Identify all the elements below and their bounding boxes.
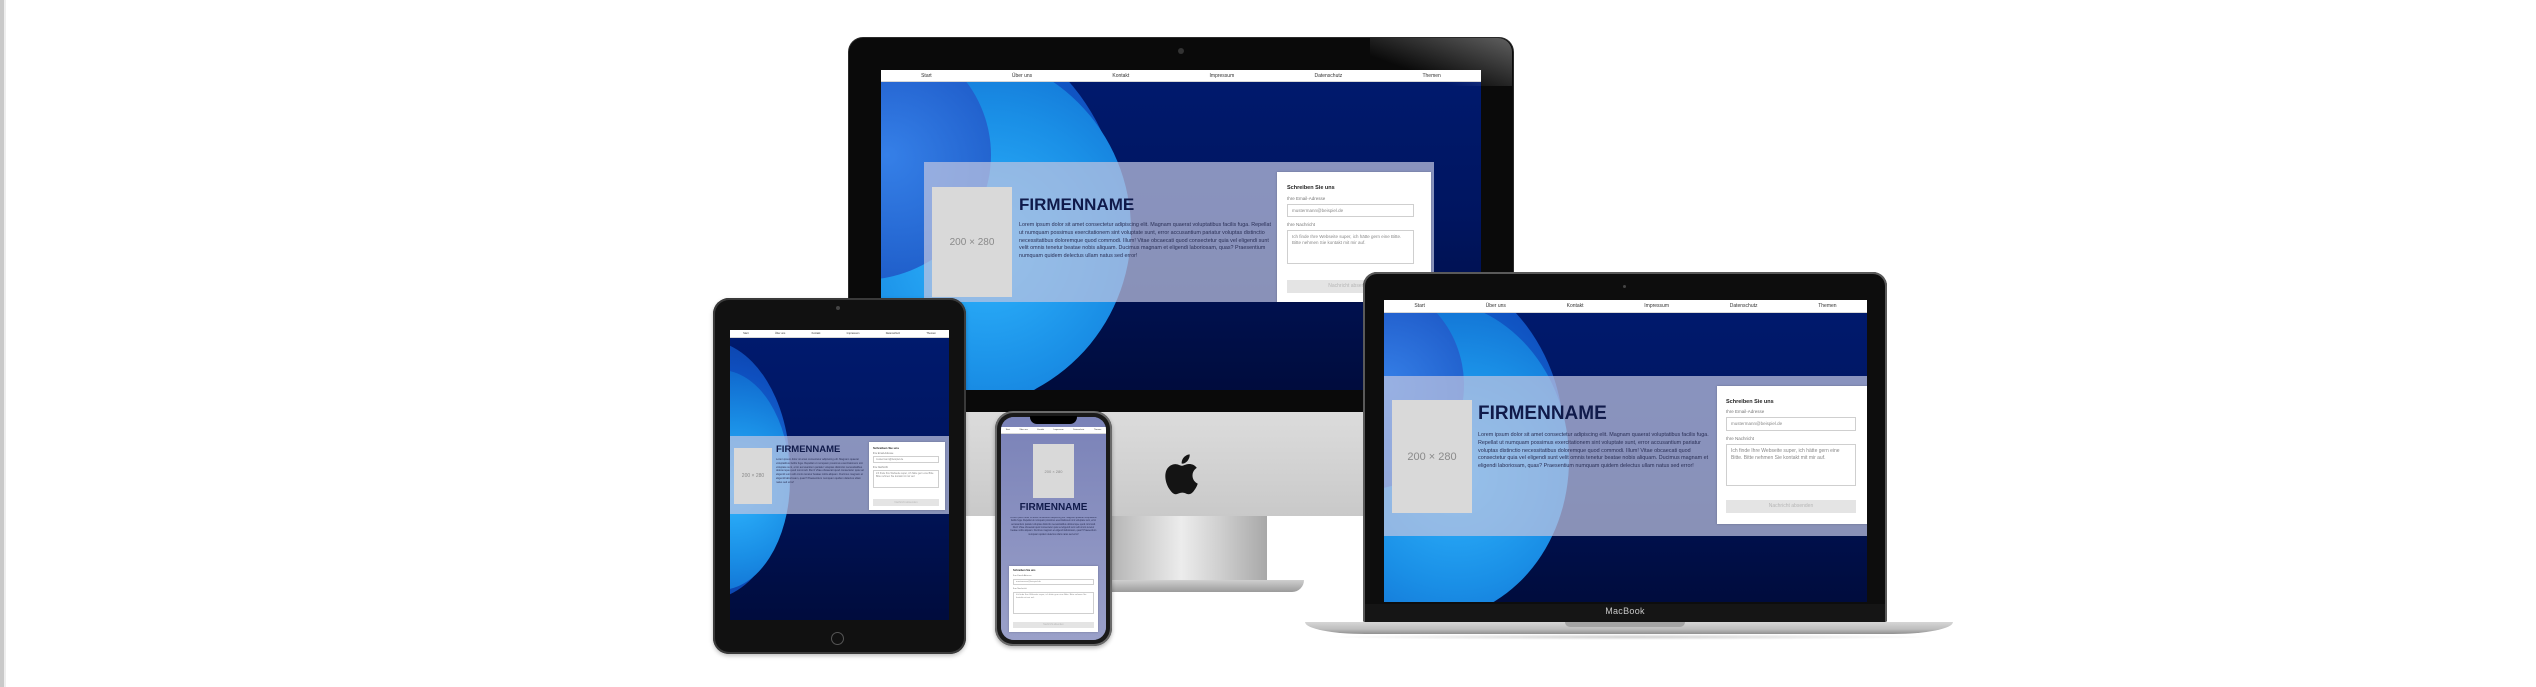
contact-form-title: Schreiben Sie uns xyxy=(1287,185,1335,191)
site-navbar: Start Über uns Kontakt Impressum Datensc… xyxy=(730,330,949,338)
imac-screen-glare xyxy=(1370,38,1512,86)
message-textarea[interactable]: Ich finde Ihre Webseite super, ich hätte… xyxy=(1287,230,1414,264)
site-navbar: Start Über uns Kontakt Impressum Datensc… xyxy=(1001,427,1106,434)
email-label: Ihre Email-Adresse xyxy=(1287,196,1326,201)
nav-link-imprint[interactable]: Impressum xyxy=(1644,303,1669,309)
contact-form-title: Schreiben Sie uns xyxy=(873,446,900,450)
message-label: Ihre Nachricht xyxy=(1287,222,1316,227)
site-navbar: Start Über uns Kontakt Impressum Datensc… xyxy=(1384,300,1867,313)
iphone-website: Start Über uns Kontakt Impressum Datensc… xyxy=(1001,417,1106,640)
nav-link-start[interactable]: Start xyxy=(1006,429,1010,431)
contact-form-title: Schreiben Sie uns xyxy=(1013,569,1036,572)
nav-link-topics[interactable]: Themen xyxy=(1094,429,1101,431)
email-input[interactable]: mustermann@beispiel.de xyxy=(1726,417,1856,431)
nav-link-about[interactable]: Über uns xyxy=(1020,429,1028,431)
iphone-notch xyxy=(1030,416,1077,424)
nav-link-privacy[interactable]: Datenschutz xyxy=(886,332,900,335)
company-name-heading: FIRMENNAME xyxy=(1478,403,1607,424)
message-textarea[interactable]: Ich finde Ihre Webseite super, ich hätte… xyxy=(1726,444,1856,486)
nav-link-topics[interactable]: Themen xyxy=(926,332,936,335)
contact-form: Schreiben Sie uns Ihre Email-Adresse mus… xyxy=(1717,386,1867,524)
company-name-heading: FIRMENNAME xyxy=(776,444,841,455)
company-name-heading: FIRMENNAME xyxy=(1019,195,1135,214)
macbook-opening-notch xyxy=(1565,622,1685,627)
nav-link-privacy[interactable]: Datenschutz xyxy=(1730,303,1758,309)
email-label: Ihre Email-Adresse xyxy=(1726,409,1765,414)
message-label: Ihre Nachricht xyxy=(873,466,888,469)
nav-link-imprint[interactable]: Impressum xyxy=(1054,429,1064,431)
company-image-placeholder: 200 × 280 xyxy=(1392,400,1472,513)
company-description: Lorem ipsum dolor sit amet consectetur a… xyxy=(776,458,864,484)
submit-button[interactable]: Nachricht absenden xyxy=(873,499,939,506)
left-edge-rule xyxy=(0,0,6,687)
contact-form: Schreiben Sie uns Ihre Email-Adresse mus… xyxy=(1009,566,1098,632)
company-image-placeholder: 200 × 280 xyxy=(734,448,772,504)
submit-button[interactable]: Nachricht absenden xyxy=(1013,622,1094,628)
macbook-shadow xyxy=(1320,634,1940,640)
nav-link-about[interactable]: Über uns xyxy=(1486,303,1506,309)
email-input[interactable]: mustermann@beispiel.de xyxy=(1013,579,1094,585)
ipad-camera xyxy=(836,306,840,310)
nav-link-start[interactable]: Start xyxy=(1414,303,1425,309)
macbook-camera xyxy=(1623,285,1626,288)
contact-form: Schreiben Sie uns Ihre Email-Adresse mus… xyxy=(869,442,945,510)
nav-link-contact[interactable]: Kontakt xyxy=(812,332,821,335)
nav-link-start[interactable]: Start xyxy=(743,332,748,335)
nav-link-about[interactable]: Über uns xyxy=(1012,73,1032,79)
message-textarea[interactable]: Ich finde Ihre Webseite super, ich hätte… xyxy=(873,470,939,488)
company-description: Lorem ipsum dolor sit amet consectetur a… xyxy=(1010,517,1097,536)
company-image-placeholder: 200 × 280 xyxy=(1033,444,1074,498)
company-description: Lorem ipsum dolor sit amet consectetur a… xyxy=(1019,222,1271,260)
submit-button[interactable]: Nachricht absenden xyxy=(1726,500,1856,513)
nav-link-privacy[interactable]: Datenschutz xyxy=(1073,429,1084,431)
imac-foot xyxy=(1098,580,1304,592)
email-input[interactable]: mustermann@beispiel.de xyxy=(1287,204,1414,217)
nav-link-start[interactable]: Start xyxy=(921,73,932,79)
company-name-heading: FIRMENNAME xyxy=(1019,502,1088,513)
message-label: Ihre Nachricht xyxy=(1013,588,1027,590)
company-image-placeholder: 200 × 280 xyxy=(932,187,1012,297)
ipad-website: Start Über uns Kontakt Impressum Datensc… xyxy=(730,330,949,620)
email-input[interactable]: mustermann@beispiel.de xyxy=(873,456,939,463)
email-label: Ihre Email-Adresse xyxy=(873,452,894,455)
ipad-home-button[interactable] xyxy=(831,632,844,645)
nav-link-privacy[interactable]: Datenschutz xyxy=(1314,73,1342,79)
nav-link-topics[interactable]: Themen xyxy=(1818,303,1836,309)
apple-logo-icon xyxy=(1165,454,1198,495)
macbook-website: Start Über uns Kontakt Impressum Datensc… xyxy=(1384,300,1867,602)
nav-link-imprint[interactable]: Impressum xyxy=(1210,73,1235,79)
email-label: Ihre Email-Adresse xyxy=(1013,575,1032,577)
imac-camera xyxy=(1178,48,1184,54)
nav-link-about[interactable]: Über uns xyxy=(775,332,786,335)
contact-form-title: Schreiben Sie uns xyxy=(1726,399,1774,405)
imac-stand xyxy=(1111,516,1267,584)
message-textarea[interactable]: Ich finde Ihre Webseite super, ich hätte… xyxy=(1013,592,1094,614)
nav-link-contact[interactable]: Kontakt xyxy=(1567,303,1584,309)
nav-link-contact[interactable]: Kontakt xyxy=(1112,73,1129,79)
company-description: Lorem ipsum dolor sit amet consectetur a… xyxy=(1478,432,1709,470)
macbook-brand-label: MacBook xyxy=(1605,606,1645,616)
message-label: Ihre Nachricht xyxy=(1726,436,1755,441)
nav-link-imprint[interactable]: Impressum xyxy=(847,332,860,335)
nav-link-contact[interactable]: Kontakt xyxy=(1037,429,1044,431)
